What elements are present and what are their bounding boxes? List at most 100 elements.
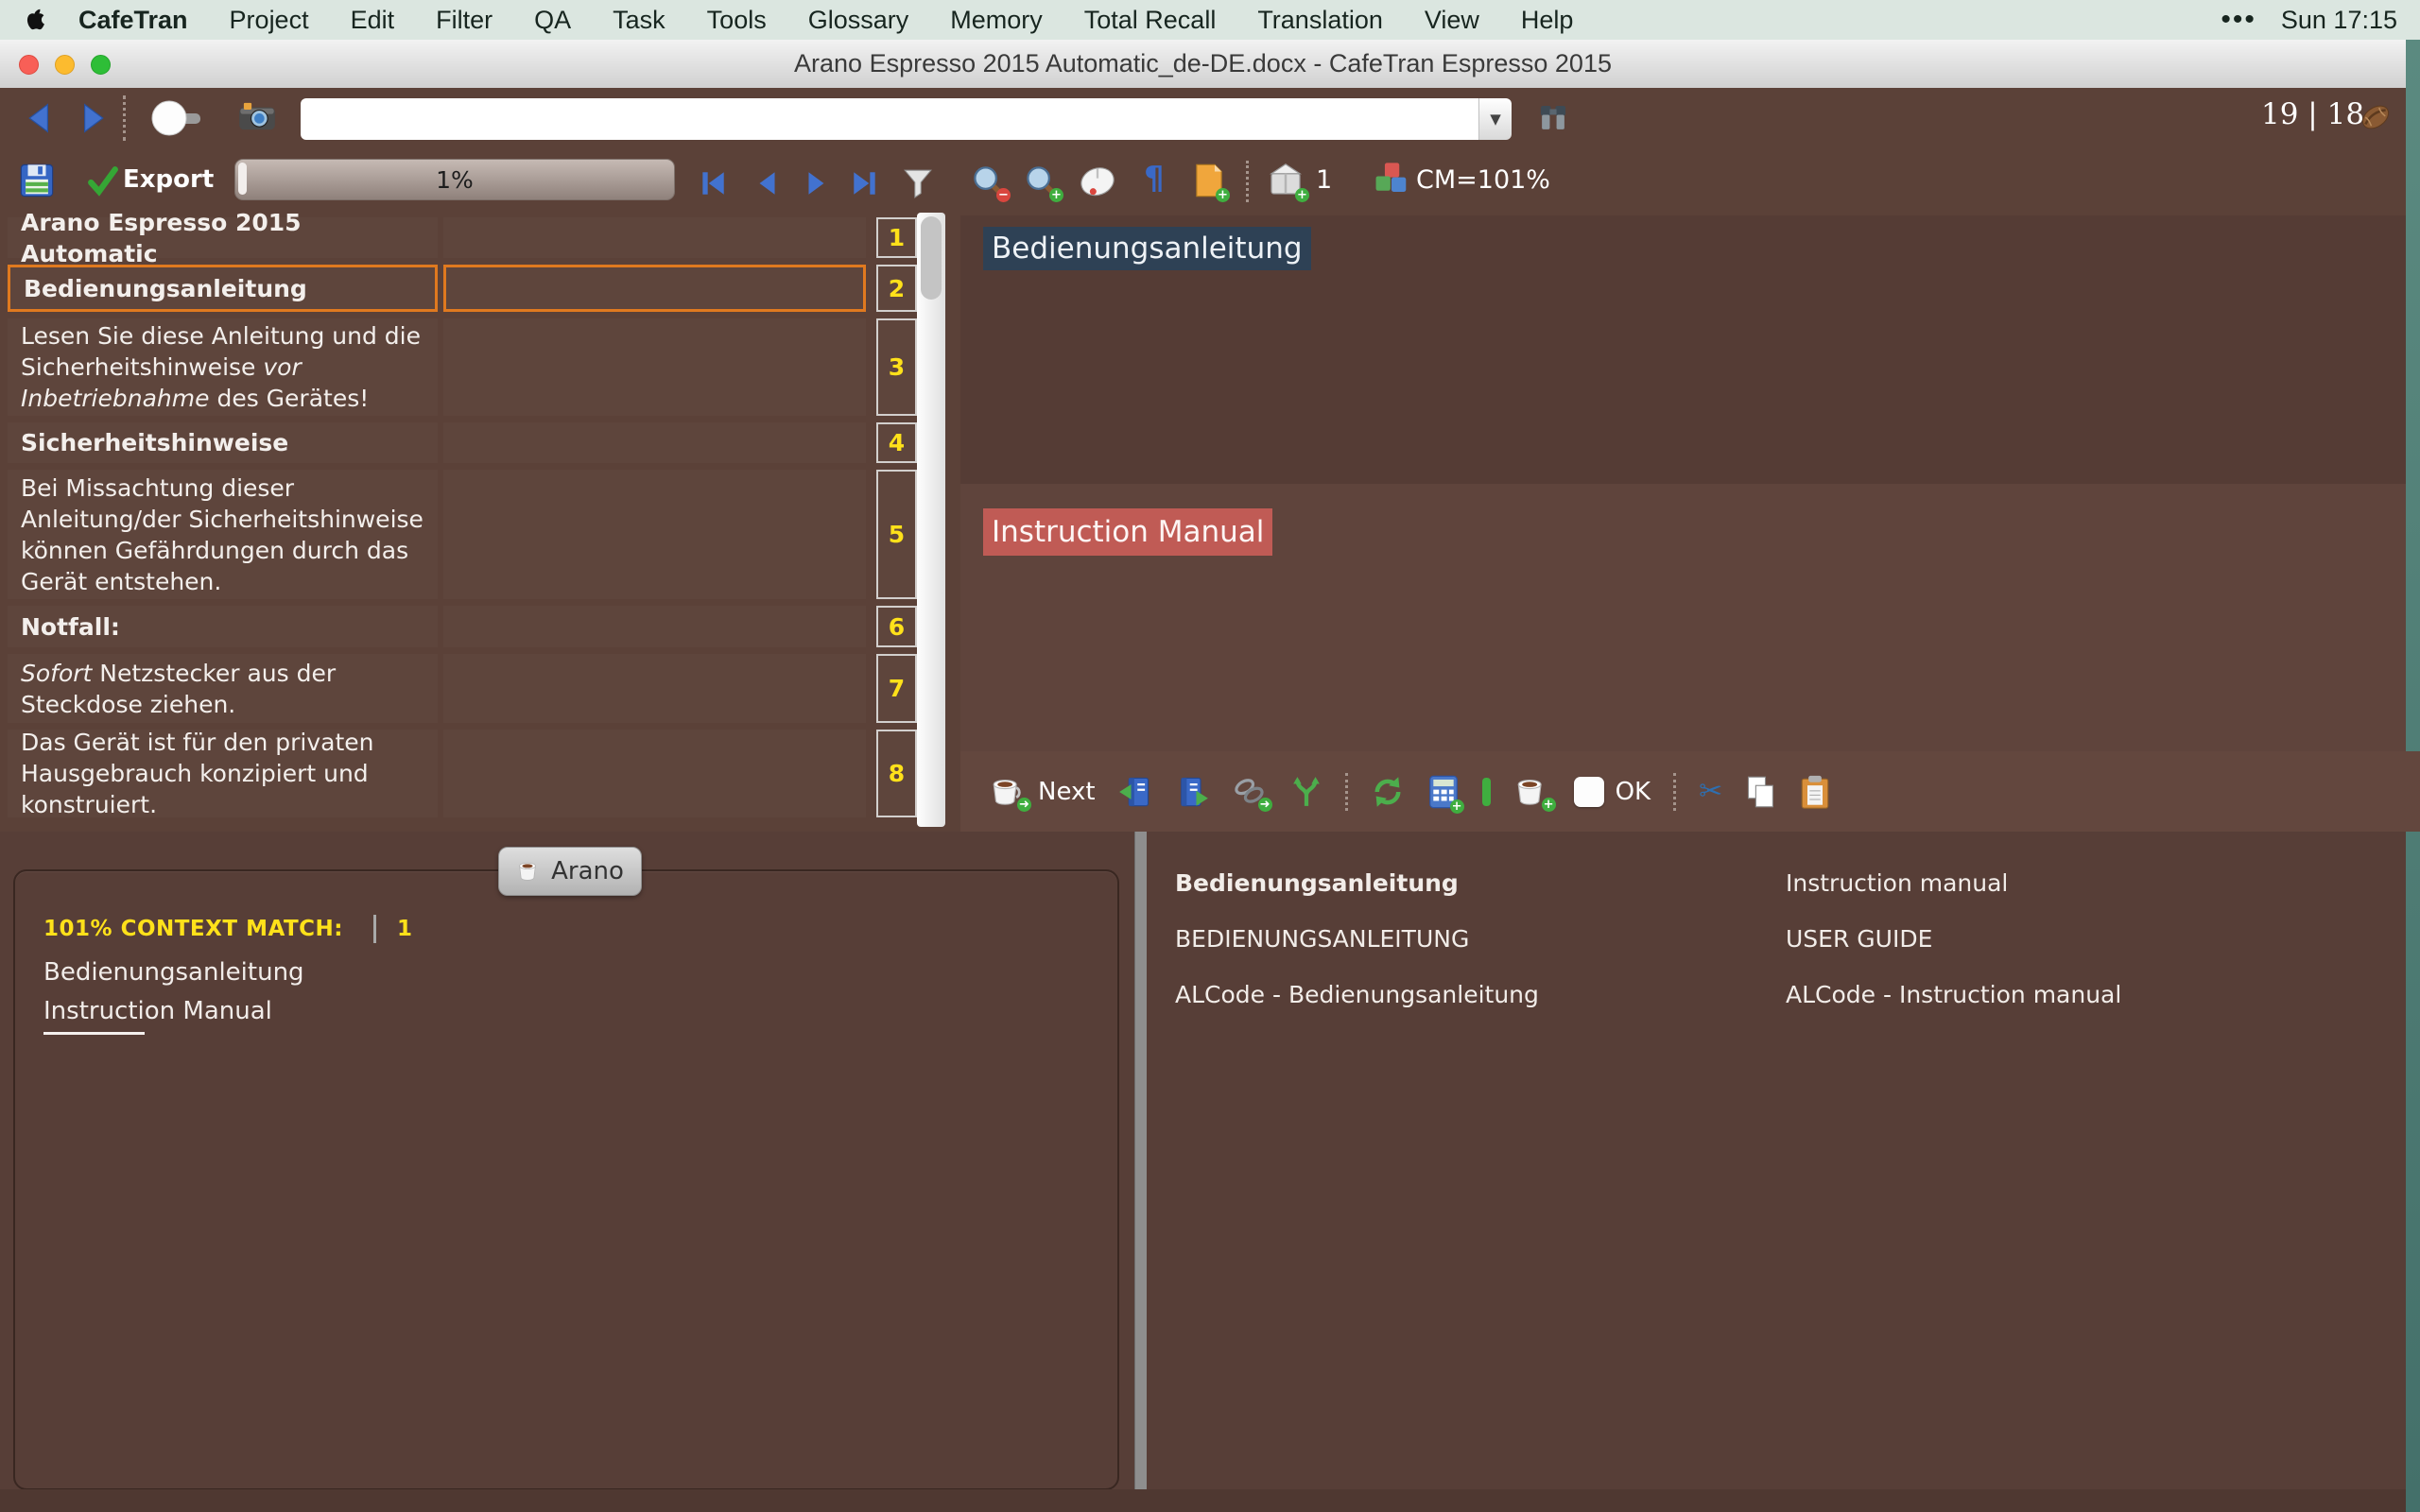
segment-editor: Bedienungsanleitung Instruction Manual ➜… [960,215,2406,919]
match-source[interactable]: BEDIENUNGSANLEITUNG [1175,925,1786,953]
menu-item-glossary[interactable]: Glossary [787,6,930,34]
grid-scrollbar[interactable] [917,213,945,827]
last-segment-button[interactable] [850,168,880,198]
back-button[interactable] [23,101,57,135]
copy-icon[interactable] [1745,775,1777,809]
match-target[interactable]: Instruction manual [1786,869,2121,897]
insert-bar-icon[interactable] [1482,778,1491,806]
filter-funnel-icon[interactable] [902,166,934,200]
new-document-icon[interactable]: + [1193,163,1225,198]
source-cell[interactable]: Arano Espresso 2015 Automatic [8,217,438,258]
previous-segment-button[interactable] [752,168,782,198]
camera-snapshot-icon[interactable] [238,99,276,133]
glossary-tab-label: Arano [551,857,624,885]
target-cell[interactable] [443,470,866,599]
zoom-in-icon[interactable]: + [1025,164,1059,198]
context-match-count: 1 [397,917,412,941]
toolbar-separator [1673,773,1676,811]
forward-button[interactable] [76,101,110,135]
memory-package-icon[interactable]: + [1267,161,1305,198]
source-cell[interactable]: Das Gerät ist für den privaten Hausgebra… [8,730,438,817]
minimize-window-button[interactable] [55,55,75,75]
glossary-entry-source[interactable]: Bedienungsanleitung [43,958,412,987]
grid-row-5: Bei Missachtung dieser Anleitung/der Sic… [8,470,958,599]
source-cell[interactable]: Lesen Sie diese Anleitung und die Sicher… [8,318,438,416]
toggle-knob-icon[interactable] [149,95,204,141]
source-cell[interactable]: Bedienungsanleitung [8,265,438,312]
source-cell[interactable]: Sicherheitshinweise [8,422,438,463]
menu-item-translation[interactable]: Translation [1236,6,1404,34]
add-to-memory-cup-icon[interactable]: + [1513,776,1551,808]
glossary-content: 101% CONTEXT MATCH: 1 Bedienungsanleitun… [43,915,412,1035]
source-editor-pane[interactable]: Bedienungsanleitung [960,215,2406,484]
menu-item-total-recall[interactable]: Total Recall [1063,6,1237,34]
menu-item-help[interactable]: Help [1500,6,1595,34]
target-cell[interactable] [443,318,866,416]
add-term-table-icon[interactable]: + [1427,774,1460,810]
progress-fill [238,163,247,195]
paste-clipboard-icon[interactable] [1800,774,1830,810]
menu-item-qa[interactable]: QA [513,6,592,34]
target-cell[interactable] [443,606,866,647]
grid-scrollbar-thumb[interactable] [921,216,942,300]
source-cell[interactable]: Bei Missachtung dieser Anleitung/der Sic… [8,470,438,599]
menu-clock[interactable]: Sun 17:15 [2281,6,2397,35]
window-body: ▼ 19 | 18 [0,88,2406,1512]
menu-item-view[interactable]: View [1404,6,1500,34]
notification-dots-icon[interactable]: ••• [2221,4,2256,36]
target-cell[interactable] [443,217,866,258]
menu-item-edit[interactable]: Edit [330,6,416,34]
source-cell[interactable]: Sofort Netzstecker aus der Steckdose zie… [8,654,438,723]
menu-item-tools[interactable]: Tools [686,6,787,34]
target-editor-pane[interactable]: Instruction Manual [960,484,2406,751]
ok-checkbox[interactable] [1574,777,1604,807]
export-progress-bar: 1% [234,159,675,200]
refresh-translation-icon[interactable] [1371,775,1405,809]
match-row-3: ALCode - BedienungsanleitungALCode - Ins… [1175,981,2121,1037]
match-target[interactable]: USER GUIDE [1786,925,2121,953]
match-source[interactable]: ALCode - Bedienungsanleitung [1175,981,1786,1008]
match-target[interactable]: ALCode - Instruction manual [1786,981,2121,1008]
glossary-entry-target[interactable]: Instruction Manual [43,997,412,1025]
next-button[interactable]: Next [1038,778,1096,806]
binoculars-search-icon[interactable] [1535,101,1571,135]
target-cell[interactable] [443,265,866,312]
search-input[interactable] [301,98,1478,140]
zoom-window-button[interactable] [91,55,111,75]
menu-item-filter[interactable]: Filter [415,6,513,34]
mouse-icon[interactable] [1078,163,1117,198]
insert-source-icon[interactable] [1118,775,1152,809]
target-segment-text: Instruction Manual [983,508,1272,556]
ok-button[interactable]: OK [1616,778,1651,806]
first-segment-button[interactable] [698,168,728,198]
coffee-bean-icon[interactable] [2356,99,2395,135]
apple-icon[interactable] [23,8,44,33]
target-cell[interactable] [443,654,866,723]
target-cell[interactable] [443,422,866,463]
transfer-segment-icon[interactable] [1175,775,1209,809]
source-segment-text: Bedienungsanleitung [983,227,1311,270]
cut-icon[interactable]: ✂ [1699,778,1722,806]
split-segment-icon[interactable] [1290,775,1322,809]
pilcrow-formatting-icon[interactable]: ¶ [1144,163,1165,195]
zoom-out-icon[interactable]: − [972,164,1006,198]
menu-item-memory[interactable]: Memory [929,6,1063,34]
panel-splitter[interactable] [1134,832,1147,1512]
menu-item-project[interactable]: Project [209,6,330,34]
menu-item-task[interactable]: Task [592,6,686,34]
save-icon[interactable] [19,163,55,198]
glossary-tab-arano[interactable]: Arano [498,847,642,896]
next-segment-cup-icon[interactable]: ➜ [989,776,1027,808]
segment-number: 7 [876,654,917,723]
search-dropdown-button[interactable]: ▼ [1478,98,1512,140]
next-segment-button[interactable] [802,168,832,198]
target-cell[interactable] [443,730,866,817]
window-title-bar[interactable]: Arano Espresso 2015 Automatic_de-DE.docx… [0,40,2406,89]
match-source[interactable]: Bedienungsanleitung [1175,869,1786,897]
auto-assemble-link-icon[interactable]: ➜ [1232,776,1268,808]
export-button[interactable]: Export [123,165,214,194]
segment-grid: Arano Espresso 2015 Automatic1Bedienungs… [8,217,958,837]
close-window-button[interactable] [19,55,39,75]
source-cell[interactable]: Notfall: [8,606,438,647]
menu-item-cafetran[interactable]: CafeTran [58,6,209,34]
